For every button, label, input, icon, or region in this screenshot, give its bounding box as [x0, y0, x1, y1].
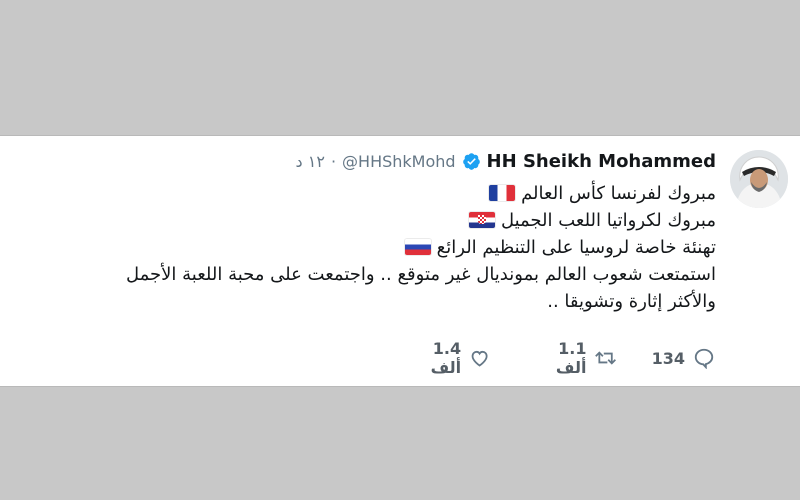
reply-count: 134	[651, 348, 685, 368]
tweet-actions: 134 1.1 ألف 1.4 ألف	[365, 339, 715, 377]
tweet-line-3-text: تهنئة خاصة لروسيا على التنظيم الرائع	[436, 237, 716, 258]
reply-button[interactable]: 134	[652, 347, 715, 369]
retweet-button[interactable]: 1.1 ألف	[524, 339, 617, 377]
retweet-icon	[595, 351, 617, 365]
tweet-line-1-text: مبروك لفرنسا كأس العالم	[521, 183, 716, 204]
tweet-line-1: مبروك لفرنسا كأس العالم	[126, 180, 716, 207]
author-name[interactable]: HH Sheikh Mohammed	[487, 151, 716, 172]
tweet-line-5: والأكثر إثارة وتشويقا ..	[547, 291, 716, 312]
heart-icon	[471, 350, 488, 367]
separator-dot: ·	[330, 151, 337, 171]
tweet-line-3: تهنئة خاصة لروسيا على التنظيم الرائع	[126, 234, 716, 261]
tweet-card[interactable]: HH Sheikh Mohammed @HHShkMohd · ١٢ د مبر…	[0, 135, 800, 387]
tweet-line-2: مبروك لكرواتيا اللعب الجميل	[126, 207, 716, 234]
tweet-text: مبروك لفرنسا كأس العالم مبروك لكرواتيا ا…	[126, 180, 716, 315]
retweet-count: 1.1 ألف	[555, 339, 587, 377]
france-flag-icon	[489, 185, 516, 201]
avatar-image	[730, 150, 788, 208]
verified-badge-icon	[462, 152, 480, 170]
russia-flag-icon	[404, 239, 431, 255]
reply-icon	[694, 348, 714, 369]
tweet-header: HH Sheikh Mohammed @HHShkMohd · ١٢ د	[296, 148, 716, 174]
avatar[interactable]	[730, 150, 788, 208]
tweet-line-4: استمتعت شعوب العالم بمونديال غير متوقع .…	[125, 264, 716, 285]
author-handle[interactable]: @HHShkMohd	[342, 152, 456, 171]
croatia-flag-icon	[469, 212, 496, 228]
tweet-line-2-text: مبروك لكرواتيا اللعب الجميل	[500, 210, 716, 231]
like-button[interactable]: 1.4 ألف	[399, 339, 490, 377]
tweet-time[interactable]: ١٢ د	[296, 152, 325, 171]
like-count: 1.4 ألف	[430, 339, 462, 377]
